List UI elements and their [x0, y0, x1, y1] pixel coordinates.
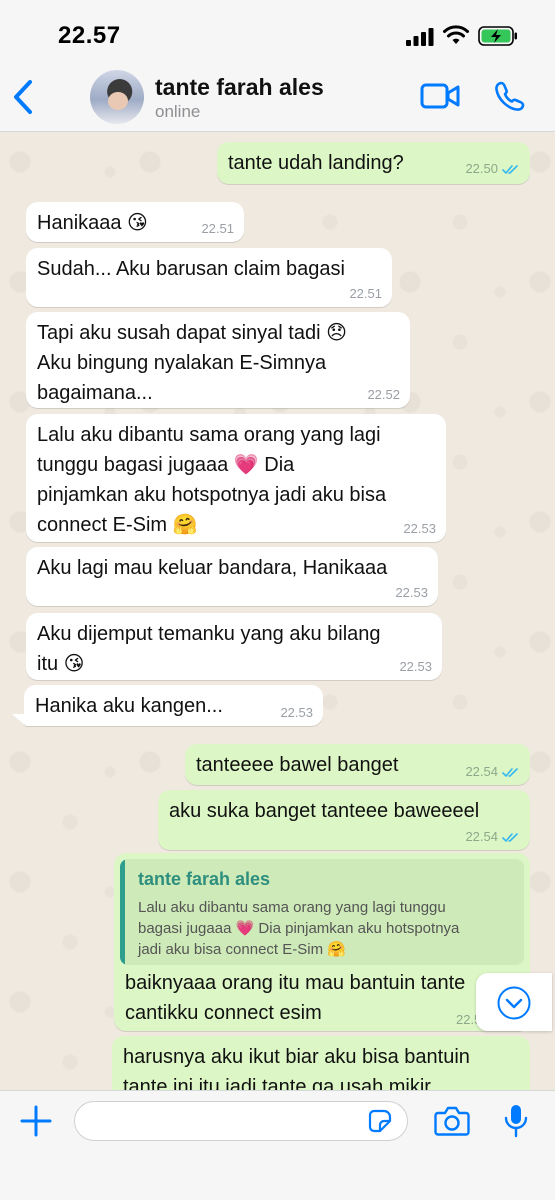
message-text: Lalu aku dibantu sama orang yang lagi tu… — [37, 424, 387, 536]
message-meta: 22.50 — [465, 162, 520, 176]
read-receipt-icon — [502, 832, 518, 842]
message-time: 22.52 — [367, 387, 400, 402]
status-bar: 22.57 — [0, 0, 555, 62]
message-bubble-outgoing[interactable]: harusnya aku ikut biar aku bisa bantuin … — [112, 1036, 530, 1090]
message-text: tante udah landing? — [228, 152, 404, 174]
back-icon[interactable] — [10, 78, 38, 116]
status-time: 22.57 — [58, 22, 121, 49]
contact-status: online — [155, 102, 201, 121]
message-time: 22.54 — [465, 829, 498, 844]
message-bubble-incoming[interactable]: Tapi aku susah dapat sinyal tadi 😞 Aku b… — [26, 312, 410, 408]
message-time: 22.50 — [465, 161, 498, 176]
message-text: Hanikaaa 😘 — [37, 212, 148, 234]
message-meta: 22.54 — [465, 765, 520, 779]
sticker-icon[interactable] — [368, 1109, 392, 1133]
chat-area[interactable]: tante udah landing? 22.50 Hanikaaa 😘 22.… — [0, 132, 555, 1090]
read-receipt-icon — [502, 767, 518, 777]
wifi-icon — [443, 25, 469, 44]
battery-charging-icon — [478, 26, 517, 46]
message-input-bar — [0, 1090, 555, 1200]
message-meta: 22.53 — [280, 706, 313, 720]
message-time: 22.53 — [280, 705, 313, 720]
chevron-down-icon — [497, 986, 531, 1020]
message-meta: 22.51 — [349, 287, 382, 301]
message-bubble-incoming[interactable]: Lalu aku dibantu sama orang yang lagi tu… — [26, 414, 446, 542]
quoted-sender-name: tante farah ales — [138, 869, 271, 889]
quoted-message[interactable]: tante farah ales Lalu aku dibantu sama o… — [120, 859, 524, 965]
message-bubble-incoming[interactable]: Hanikaaa 😘 22.51 — [26, 202, 244, 242]
message-bubble-outgoing[interactable]: tanteeee bawel banget 22.54 — [185, 744, 530, 785]
scroll-to-bottom-button[interactable] — [476, 973, 552, 1031]
message-text: Aku dijemput temanku yang aku bilang itu… — [37, 623, 381, 675]
message-text: harusnya aku ikut biar aku bisa bantuin … — [123, 1046, 470, 1090]
message-text: Sudah... Aku barusan claim bagasi — [37, 258, 345, 280]
message-time: 22.51 — [349, 286, 382, 301]
microphone-icon[interactable] — [503, 1103, 529, 1139]
message-text: aku suka banget tanteee baweeeel — [169, 800, 480, 822]
read-receipt-icon — [502, 164, 518, 174]
message-time: 22.54 — [465, 764, 498, 779]
message-text: Aku lagi mau keluar bandara, Hanikaaa — [37, 557, 388, 579]
message-time: 22.53 — [399, 659, 432, 674]
plus-icon[interactable] — [20, 1105, 52, 1137]
signal-icon — [406, 28, 434, 46]
chat-header: tante farah ales online — [0, 62, 555, 132]
message-bubble-incoming[interactable]: Sudah... Aku barusan claim bagasi 22.51 — [26, 248, 392, 307]
message-bubble-incoming[interactable]: Aku lagi mau keluar bandara, Hanikaaa 22… — [26, 547, 438, 606]
quoted-text: Lalu aku dibantu sama orang yang lagi tu… — [138, 899, 460, 958]
message-input[interactable] — [74, 1101, 408, 1141]
contact-avatar[interactable] — [90, 70, 144, 124]
video-call-icon[interactable] — [420, 82, 460, 110]
contact-name[interactable]: tante farah ales — [155, 74, 324, 101]
message-time: 22.53 — [395, 585, 428, 600]
message-meta: 22.54 — [465, 830, 520, 844]
message-meta: 22.51 — [201, 222, 234, 236]
camera-icon[interactable] — [434, 1105, 470, 1137]
message-bubble-outgoing[interactable]: tante udah landing? 22.50 — [217, 142, 530, 184]
phone-call-icon[interactable] — [494, 80, 526, 112]
message-meta: 22.53 — [403, 522, 436, 536]
message-time: 22.51 — [201, 221, 234, 236]
message-text: Tapi aku susah dapat sinyal tadi 😞 Aku b… — [37, 322, 347, 404]
message-meta: 22.52 — [367, 388, 400, 402]
message-text: Hanika aku kangen... — [35, 695, 223, 717]
message-bubble-incoming[interactable]: Aku dijemput temanku yang aku bilang itu… — [26, 613, 442, 680]
message-text: tanteeee bawel banget — [196, 754, 399, 776]
message-bubble-incoming[interactable]: Hanika aku kangen... 22.53 — [24, 685, 323, 726]
message-text: baiknyaaa orang itu mau bantuin tante ca… — [125, 972, 466, 1024]
message-bubble-outgoing[interactable]: aku suka banget tanteee baweeeel 22.54 — [158, 790, 530, 850]
quote-accent-bar — [120, 859, 125, 965]
message-time: 22.53 — [403, 521, 436, 536]
message-meta: 22.53 — [395, 586, 428, 600]
message-meta: 22.53 — [399, 660, 432, 674]
